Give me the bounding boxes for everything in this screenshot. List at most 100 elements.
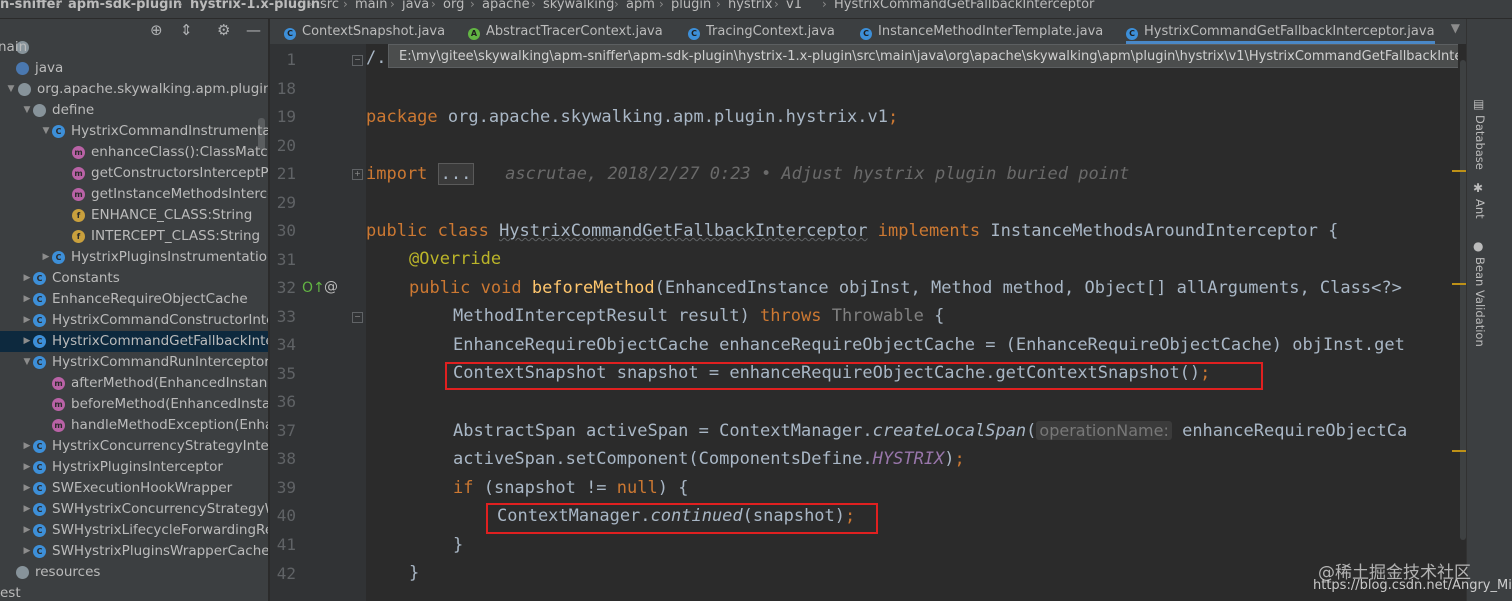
tool-bean-validation[interactable]: Bean Validation <box>1473 257 1487 347</box>
tree-item[interactable]: ▶ HystrixPluginsInterceptor <box>0 457 268 478</box>
tree-item-label: beforeMethod(EnhancedInstanc <box>71 396 268 412</box>
breadcrumb-item[interactable]: org <box>443 0 464 11</box>
change-marker[interactable] <box>1452 170 1466 172</box>
tab-contextsnapshot[interactable]: C ContextSnapshot.java <box>284 19 445 44</box>
tree-item[interactable]: ▶ HystrixPluginsInstrumentation <box>0 247 268 268</box>
tree-item[interactable]: ▼ HystrixCommandInstrumentatio <box>0 121 268 142</box>
tree-item[interactable]: enhanceClass():ClassMatch <box>0 142 268 163</box>
change-marker[interactable] <box>1452 283 1466 285</box>
locate-icon[interactable]: ⊕ <box>150 21 163 39</box>
collapsed-arrow-icon[interactable]: ▶ <box>22 331 32 352</box>
folded-imports[interactable]: ... <box>437 163 475 185</box>
collapsed-arrow-icon[interactable]: ▶ <box>22 436 32 457</box>
line-number: 41 <box>276 535 296 554</box>
tree-item[interactable]: beforeMethod(EnhancedInstanc <box>0 394 268 415</box>
code-line-38: activeSpan.setComponent(ComponentsDefine… <box>453 449 965 469</box>
code-line-41: } <box>453 535 463 555</box>
line-number: 19 <box>276 107 296 126</box>
code-text: { <box>923 306 945 326</box>
right-tool-bar: ▤ Database ✱ Ant ● Bean Validation <box>1466 19 1512 601</box>
collapsed-arrow-icon[interactable]: ▶ <box>22 541 32 562</box>
breadcrumb-item[interactable]: apache <box>482 0 530 11</box>
breadcrumb-item[interactable]: main <box>355 0 387 11</box>
tree-item[interactable]: ▶ Constants <box>0 268 268 289</box>
tree-item-label: INTERCEPT_CLASS:String <box>91 228 261 244</box>
collapsed-arrow-icon[interactable]: ▶ <box>22 520 32 541</box>
tree-item[interactable]: handleMethodException(Enhanc <box>0 415 268 436</box>
tool-database[interactable]: Database <box>1473 115 1487 170</box>
annotation-icon[interactable]: @ <box>324 279 338 295</box>
breadcrumb-item[interactable]: hystrix-1.x-plugin <box>190 0 320 11</box>
collapsed-arrow-icon[interactable]: ▶ <box>41 247 51 268</box>
tree-item[interactable]: ▶ SWHystrixPluginsWrapperCache <box>0 541 268 562</box>
tree-item[interactable]: ENHANCE_CLASS:String <box>0 205 268 226</box>
tab-tracingcontext[interactable]: C TracingContext.java <box>688 19 835 44</box>
tree-item[interactable]: est <box>0 583 268 601</box>
breadcrumb-item[interactable]: skywalking <box>543 0 614 11</box>
tree-item[interactable]: nain <box>0 40 268 58</box>
fold-marker-icon[interactable]: − <box>352 312 363 323</box>
expanded-arrow-icon[interactable]: ▼ <box>6 79 16 100</box>
tree-item-label: SWHystrixConcurrencyStrategyWra <box>52 501 268 517</box>
line-number: 34 <box>276 335 296 354</box>
breadcrumb-item[interactable]: apm-sdk-plugin <box>68 0 182 11</box>
collapsed-arrow-icon[interactable]: ▶ <box>22 268 32 289</box>
gear-icon[interactable]: ⚙ <box>217 21 230 39</box>
method-icon <box>72 146 85 159</box>
tree-item[interactable]: ▼ org.apache.skywalking.apm.plugin.hys <box>0 79 268 100</box>
expanded-arrow-icon[interactable]: ▼ <box>22 100 32 121</box>
tree-item[interactable]: getInstanceMethodsIntercep <box>0 184 268 205</box>
tree-item[interactable]: afterMethod(EnhancedInstance, <box>0 373 268 394</box>
collapsed-arrow-icon[interactable]: ▶ <box>22 310 32 331</box>
keyword: implements <box>867 221 991 241</box>
tree-item-label: getConstructorsInterceptPoi <box>91 165 268 181</box>
tree-item[interactable]: ▶ SWExecutionHookWrapper <box>0 478 268 499</box>
tree-item[interactable]: getConstructorsInterceptPoi <box>0 163 268 184</box>
tree-item[interactable]: ▼ define <box>0 100 268 121</box>
code-editor[interactable]: /. package org.apache.skywalking.apm.plu… <box>366 44 1458 601</box>
tree-item[interactable]: INTERCEPT_CLASS:String <box>0 226 268 247</box>
tab-instancemethodintertemplate[interactable]: C InstanceMethodInterTemplate.java <box>860 19 1103 44</box>
collapsed-arrow-icon[interactable]: ▶ <box>22 289 32 310</box>
tab-hystrixcommandgetfallbackinterceptor[interactable]: C HystrixCommandGetFallbackInterceptor.ja… <box>1126 19 1435 44</box>
tab-label: HystrixCommandGetFallbackInterceptor.jav… <box>1144 24 1435 39</box>
class-icon <box>52 251 65 264</box>
tree-item[interactable]: ▼ HystrixCommandRunInterceptor <box>0 352 268 373</box>
tree-item[interactable]: ▶ HystrixCommandGetFallbackInterce <box>0 331 268 352</box>
tree-item[interactable]: ▶ HystrixConcurrencyStrategyInterce <box>0 436 268 457</box>
tab-list-chevron-icon[interactable]: ▼ <box>1451 21 1460 35</box>
tree-item[interactable]: ▶ SWHystrixConcurrencyStrategyWra <box>0 499 268 520</box>
class-icon <box>33 293 46 306</box>
tree-item-label: EnhanceRequireObjectCache <box>52 291 248 307</box>
code-text: /. <box>366 48 387 68</box>
collapsed-arrow-icon[interactable]: ▶ <box>22 457 32 478</box>
breadcrumb-item[interactable]: v1 <box>786 0 802 11</box>
tree-item[interactable]: java <box>0 58 268 79</box>
tree-item-label: HystrixCommandGetFallbackInterce <box>52 333 268 349</box>
fold-marker-icon[interactable]: + <box>352 169 363 180</box>
parameter-hint: operationName: <box>1036 421 1172 440</box>
collapse-all-icon[interactable]: ⇕ <box>180 21 193 39</box>
expanded-arrow-icon[interactable]: ▼ <box>22 352 32 373</box>
breadcrumb-item[interactable]: apm <box>626 0 655 11</box>
tree-item[interactable]: resources <box>0 562 268 583</box>
expanded-arrow-icon[interactable]: ▼ <box>41 121 51 142</box>
breadcrumb-item[interactable]: n-sniffer <box>0 0 62 11</box>
tree-item-label: SWExecutionHookWrapper <box>52 480 233 496</box>
override-icon[interactable]: O↑ <box>302 280 325 296</box>
tree-item[interactable]: ▶ HystrixCommandConstructorInterc <box>0 310 268 331</box>
collapsed-arrow-icon[interactable]: ▶ <box>22 499 32 520</box>
hide-icon[interactable]: — <box>246 21 261 39</box>
breadcrumb-item[interactable]: plugin <box>671 0 711 11</box>
collapsed-arrow-icon[interactable]: ▶ <box>22 478 32 499</box>
tree-item[interactable]: ▶ SWHystrixLifecycleForwardingRequ <box>0 520 268 541</box>
change-marker[interactable] <box>1452 450 1466 452</box>
tab-abstracttracercontext[interactable]: A AbstractTracerContext.java <box>468 19 663 44</box>
breadcrumb-item[interactable]: HystrixCommandGetFallbackInterceptor <box>834 0 1094 11</box>
breadcrumb-item[interactable]: hystrix <box>728 0 772 11</box>
breadcrumb-item[interactable]: java <box>402 0 429 11</box>
tree-item[interactable]: ▶ EnhanceRequireObjectCache <box>0 289 268 310</box>
fold-marker-icon[interactable]: − <box>352 55 363 66</box>
tool-ant[interactable]: Ant <box>1473 199 1487 219</box>
breadcrumb-item[interactable]: src <box>320 0 339 11</box>
